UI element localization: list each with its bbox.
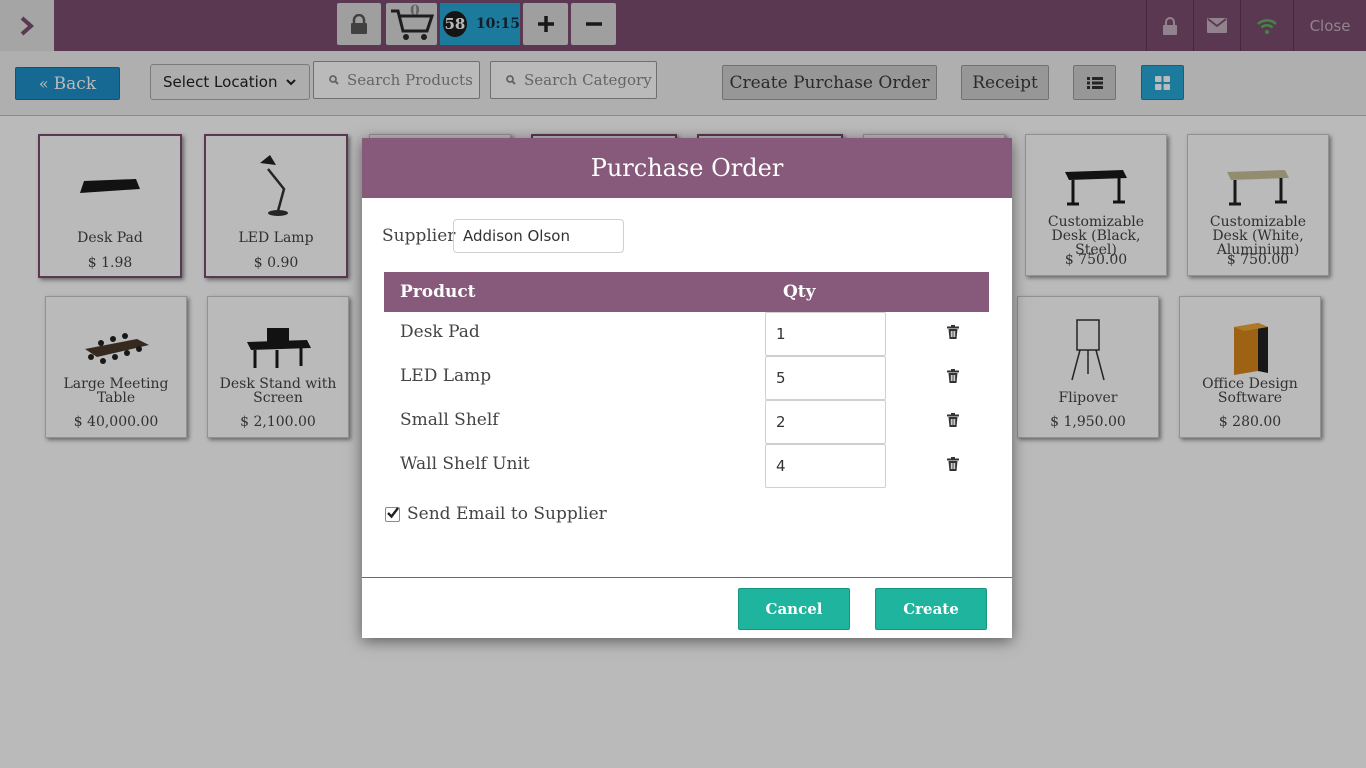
send-email-label: Send Email to Supplier (407, 504, 607, 524)
qty-value: 2 (776, 413, 786, 431)
dialog-header: Purchase Order (362, 138, 1012, 198)
line-product: Desk Pad (400, 322, 480, 342)
supplier-field[interactable]: Addison Olson (453, 219, 624, 253)
column-header-qty: Qty (783, 282, 816, 302)
order-lines-table: Product Qty Desk Pad 1 LED Lamp 5 Small … (384, 272, 989, 488)
qty-value: 4 (776, 457, 786, 475)
qty-value: 5 (776, 369, 786, 387)
purchase-order-dialog: Purchase Order Supplier Addison Olson Pr… (362, 138, 1012, 638)
supplier-value: Addison Olson (463, 227, 570, 245)
send-email-checkbox[interactable] (385, 506, 400, 522)
trash-icon[interactable] (947, 325, 959, 339)
table-row: Small Shelf 2 (384, 400, 989, 444)
supplier-label: Supplier (382, 226, 456, 246)
trash-icon[interactable] (947, 369, 959, 383)
line-product: Wall Shelf Unit (400, 454, 530, 474)
checkmark-icon (387, 506, 399, 518)
trash-icon[interactable] (947, 457, 959, 471)
cancel-button[interactable]: Cancel (738, 588, 850, 630)
qty-input[interactable]: 4 (765, 444, 886, 488)
create-button[interactable]: Create (875, 588, 987, 630)
qty-input[interactable]: 2 (765, 400, 886, 444)
cancel-label: Cancel (765, 600, 823, 618)
send-email-option[interactable]: Send Email to Supplier (385, 504, 607, 524)
table-row: Wall Shelf Unit 4 (384, 444, 989, 488)
dialog-footer: Cancel Create (362, 577, 1012, 638)
trash-icon[interactable] (947, 413, 959, 427)
qty-input[interactable]: 5 (765, 356, 886, 400)
table-row: Desk Pad 1 (384, 312, 989, 356)
table-row: LED Lamp 5 (384, 356, 989, 400)
dialog-title: Purchase Order (590, 154, 784, 182)
table-header: Product Qty (384, 272, 989, 312)
column-header-product: Product (400, 282, 476, 302)
qty-input[interactable]: 1 (765, 312, 886, 356)
line-product: LED Lamp (400, 366, 492, 386)
create-label: Create (903, 600, 959, 618)
qty-value: 1 (776, 325, 786, 343)
line-product: Small Shelf (400, 410, 499, 430)
